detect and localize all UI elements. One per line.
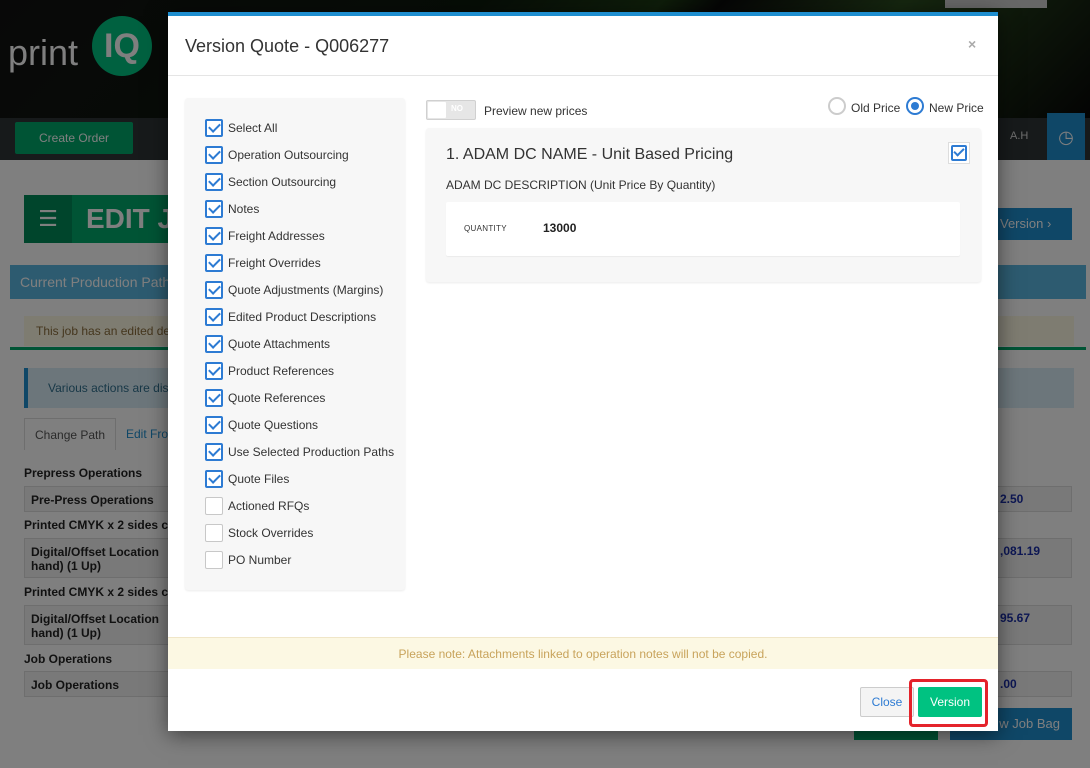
option-label: Stock Overrides — [228, 526, 314, 540]
preview-prices-label: Preview new prices — [484, 104, 588, 118]
new-price-radio[interactable] — [906, 97, 924, 115]
option-select-all[interactable]: Select All — [205, 118, 277, 138]
checkbox[interactable] — [205, 443, 223, 461]
new-price-label[interactable]: New Price — [929, 101, 984, 115]
checkbox[interactable] — [205, 470, 223, 488]
option-po-number[interactable]: PO Number — [205, 550, 291, 570]
option-quote-files[interactable]: Quote Files — [205, 469, 289, 489]
checkbox[interactable] — [205, 119, 223, 137]
option-quote-questions[interactable]: Quote Questions — [205, 415, 318, 435]
checkbox[interactable] — [205, 551, 223, 569]
option-label: Quote Attachments — [228, 337, 331, 351]
modal-footer: Close Version — [168, 669, 998, 731]
option-section-outsourcing[interactable]: Section Outsourcing — [205, 172, 336, 192]
checkbox[interactable] — [205, 389, 223, 407]
checkbox[interactable] — [205, 173, 223, 191]
checkbox[interactable] — [205, 254, 223, 272]
option-quote-attachments[interactable]: Quote Attachments — [205, 334, 330, 354]
quantity-box: QUANTITY 13000 — [446, 202, 960, 256]
close-button[interactable]: Close — [860, 687, 914, 717]
option-label: Use Selected Production Paths — [228, 445, 395, 459]
option-label: Quote Files — [228, 472, 290, 486]
product-description: ADAM DC DESCRIPTION (Unit Price By Quant… — [446, 178, 716, 192]
option-label: Quote Adjustments (Margins) — [228, 283, 384, 297]
checkbox[interactable] — [205, 362, 223, 380]
checkbox[interactable] — [205, 524, 223, 542]
version-quote-modal: Version Quote - Q006277 × Select All Ope… — [168, 12, 998, 731]
checkbox[interactable] — [205, 146, 223, 164]
modal-title: Version Quote - Q006277 — [185, 36, 390, 56]
option-quote-adjustments[interactable]: Quote Adjustments (Margins) — [205, 280, 383, 300]
option-label: Section Outsourcing — [228, 175, 337, 189]
preview-prices-toggle[interactable]: NO — [426, 100, 476, 120]
quantity-value: 13000 — [543, 221, 577, 235]
option-label: Freight Addresses — [228, 229, 325, 243]
checkbox[interactable] — [205, 416, 223, 434]
option-label: Edited Product Descriptions — [228, 310, 377, 324]
attachment-note: Please note: Attachments linked to opera… — [168, 637, 998, 669]
option-freight-addresses[interactable]: Freight Addresses — [205, 226, 325, 246]
option-freight-overrides[interactable]: Freight Overrides — [205, 253, 321, 273]
option-label: Quote Questions — [228, 418, 319, 432]
quantity-label: QUANTITY — [464, 224, 507, 233]
checkbox[interactable] — [205, 281, 223, 299]
option-label: PO Number — [228, 553, 292, 567]
checkbox[interactable] — [205, 308, 223, 326]
option-stock-overrides[interactable]: Stock Overrides — [205, 523, 313, 543]
option-label: Select All — [228, 121, 278, 135]
old-price-radio[interactable] — [828, 97, 846, 115]
product-select-checkbox[interactable] — [948, 142, 970, 164]
checkbox[interactable] — [205, 227, 223, 245]
option-label: Operation Outsourcing — [228, 148, 349, 162]
option-operation-outsourcing[interactable]: Operation Outsourcing — [205, 145, 349, 165]
option-label: Quote References — [228, 391, 326, 405]
checkbox[interactable] — [205, 335, 223, 353]
option-quote-references[interactable]: Quote References — [205, 388, 325, 408]
option-use-selected-production-paths[interactable]: Use Selected Production Paths — [205, 442, 394, 462]
toggle-state: NO — [451, 104, 463, 113]
product-card: 1. ADAM DC NAME - Unit Based Pricing ADA… — [426, 128, 981, 282]
checkbox[interactable] — [205, 200, 223, 218]
product-title: 1. ADAM DC NAME - Unit Based Pricing — [446, 146, 734, 163]
option-label: Notes — [228, 202, 260, 216]
checkbox[interactable] — [951, 145, 967, 161]
copy-options-panel: Select All Operation Outsourcing Section… — [185, 98, 405, 590]
option-edited-product-descriptions[interactable]: Edited Product Descriptions — [205, 307, 376, 327]
close-icon[interactable]: × — [968, 36, 976, 52]
option-product-references[interactable]: Product References — [205, 361, 334, 381]
toggle-knob — [428, 102, 446, 118]
option-actioned-rfqs[interactable]: Actioned RFQs — [205, 496, 309, 516]
checkbox[interactable] — [205, 497, 223, 515]
modal-header: Version Quote - Q006277 × — [168, 16, 998, 76]
option-label: Product References — [228, 364, 335, 378]
option-label: Freight Overrides — [228, 256, 321, 270]
option-notes[interactable]: Notes — [205, 199, 259, 219]
option-label: Actioned RFQs — [228, 499, 310, 513]
version-button[interactable]: Version — [918, 687, 982, 717]
old-price-label[interactable]: Old Price — [851, 101, 900, 115]
